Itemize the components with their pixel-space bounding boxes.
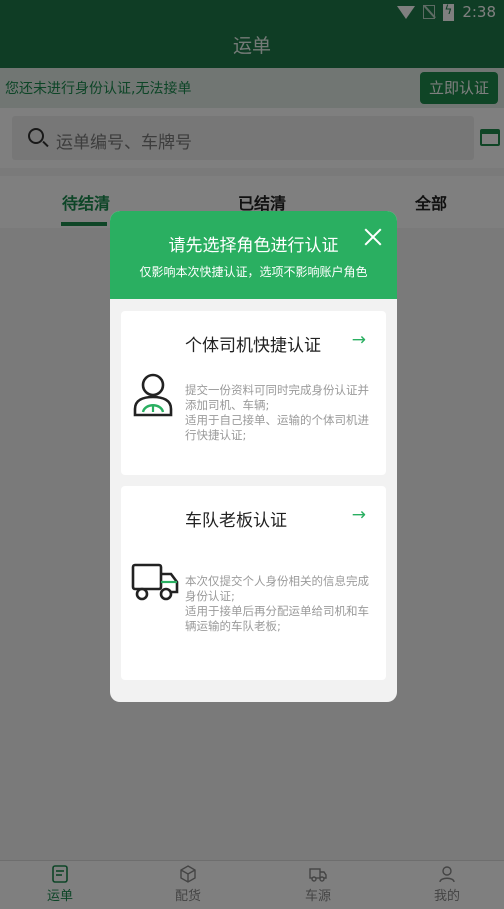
dialog-subtitle: 仅影响本次快捷认证，选项不影响账户角色 [139,265,368,279]
option-title: 车队老板认证 [185,511,287,531]
driver-icon [133,373,173,417]
option-title: 个体司机快捷认证 [185,336,321,356]
arrow-right-icon: → [351,505,366,525]
arrow-right-icon: → [351,330,366,350]
dialog-title: 请先选择角色进行认证 [168,236,339,256]
role-select-dialog: 请先选择角色进行认证 仅影响本次快捷认证，选项不影响账户角色 个体司机快捷认证 … [110,211,397,702]
truck-icon [131,563,179,601]
dialog-header: 请先选择角色进行认证 仅影响本次快捷认证，选项不影响账户角色 [110,211,397,299]
option-description: 提交一份资料可同时完成身份认证并添加司机、车辆; 适用于自己接单、运输的个体司机… [185,383,369,442]
close-icon[interactable] [363,227,383,247]
fleet-owner-auth-option[interactable]: 车队老板认证 → 本次仅提交个人身份相关的信息完成身份认证; 适用于接单后再分配… [121,486,386,680]
option-description: 本次仅提交个人身份相关的信息完成身份认证; 适用于接单后再分配运单给司机和车辆运… [185,574,369,633]
driver-auth-option[interactable]: 个体司机快捷认证 → 提交一份资料可同时完成身份认证并添加司机、车辆; 适用于自… [121,311,386,475]
